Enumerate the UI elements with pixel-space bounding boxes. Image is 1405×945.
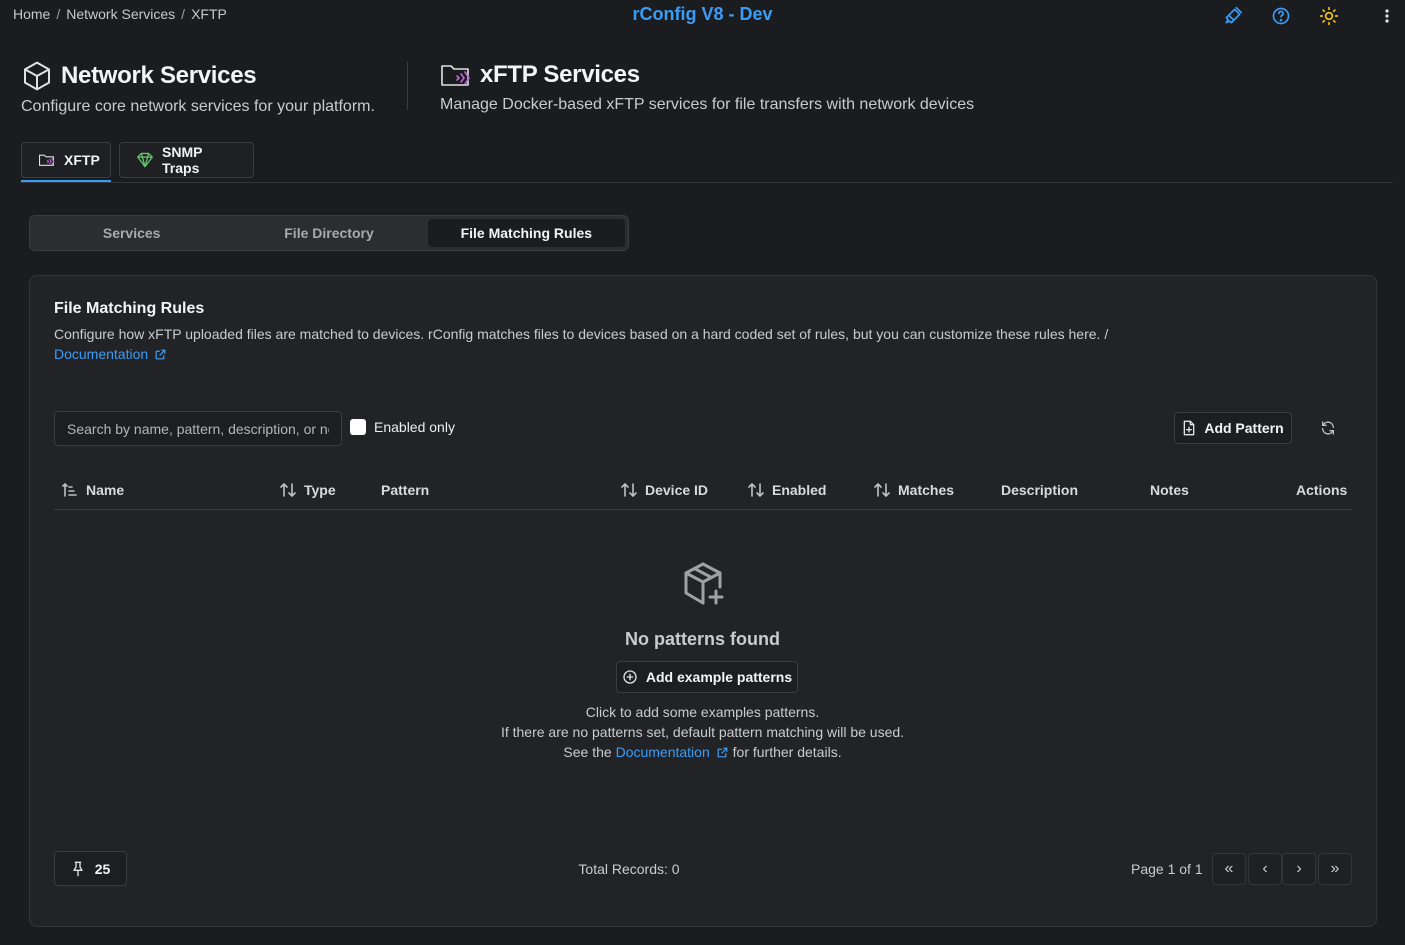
empty-state-line2: If there are no patterns set, default pa… <box>500 724 905 740</box>
documentation-link[interactable]: Documentation <box>54 344 167 364</box>
package-plus-icon <box>679 560 727 608</box>
column-actions: Actions <box>1296 482 1347 498</box>
header-divider <box>407 62 408 110</box>
plus-circle-icon <box>622 669 638 685</box>
tab-xftp-label: XFTP <box>64 152 100 168</box>
sub-tabs: Services File Directory File Matching Ru… <box>29 215 629 251</box>
refresh-icon <box>1320 420 1336 436</box>
cube-icon <box>21 60 53 92</box>
help-circle-icon[interactable] <box>1269 4 1293 28</box>
brush-icon[interactable] <box>1221 4 1245 28</box>
empty-state-line3-suffix: for further details. <box>732 744 842 760</box>
column-pattern-label: Pattern <box>381 482 430 498</box>
column-name-label: Name <box>86 482 125 498</box>
subtab-file-directory[interactable]: File Directory <box>230 219 427 247</box>
enabled-only-checkbox[interactable] <box>350 419 366 435</box>
last-page-button[interactable]: » <box>1318 853 1352 885</box>
tab-snmp-traps[interactable]: SNMP Traps <box>119 142 254 178</box>
add-example-patterns-label: Add example patterns <box>645 669 793 685</box>
card-description-text: Configure how xFTP uploaded files are ma… <box>54 326 1109 342</box>
card-title: File Matching Rules <box>54 300 205 317</box>
column-notes-label: Notes <box>1150 482 1189 498</box>
sort-ascending-icon <box>62 483 78 497</box>
page-indicator: Page 1 of 1 <box>1131 861 1203 877</box>
subtab-file-matching-rules[interactable]: File Matching Rules <box>427 219 625 247</box>
enabled-only-filter: Enabled only <box>350 419 455 435</box>
empty-state-documentation-label: Documentation <box>615 744 710 760</box>
add-example-patterns-button[interactable]: Add example patterns <box>616 661 798 693</box>
add-pattern-button[interactable]: Add Pattern <box>1174 412 1292 444</box>
tab-xftp[interactable]: XFTP <box>21 142 111 178</box>
sort-icon <box>748 483 764 497</box>
more-vertical-icon[interactable] <box>1381 4 1393 28</box>
external-link-icon <box>154 348 167 361</box>
column-matches-label: Matches <box>898 482 955 498</box>
empty-state-line1: Click to add some examples patterns. <box>585 704 820 720</box>
empty-state-documentation-link[interactable]: Documentation <box>616 742 729 762</box>
subtab-services[interactable]: Services <box>33 219 230 247</box>
sort-icon <box>280 483 296 497</box>
next-page-button[interactable]: › <box>1282 853 1316 885</box>
table-header: Name Type Pattern Device ID Enabled Matc… <box>54 472 1352 510</box>
breadcrumb-separator: / <box>181 6 186 22</box>
column-device-id-label: Device ID <box>645 482 709 498</box>
page-title: Network Services <box>61 62 257 89</box>
empty-state-line3: See the Documentation for further detail… <box>0 742 1405 762</box>
folder-signal-icon <box>440 60 472 90</box>
column-notes: Notes <box>1150 482 1189 498</box>
breadcrumb: Home / Network Services / XFTP <box>13 6 227 22</box>
refresh-button[interactable] <box>1312 412 1344 444</box>
column-pattern: Pattern <box>381 482 429 498</box>
column-type-label: Type <box>304 482 336 498</box>
column-actions-label: Actions <box>1296 482 1348 498</box>
card-description: Configure how xFTP uploaded files are ma… <box>54 324 1334 364</box>
column-device-id[interactable]: Device ID <box>621 482 708 498</box>
column-description: Description <box>1001 482 1078 498</box>
external-link-icon <box>716 746 729 759</box>
column-description-label: Description <box>1001 482 1079 498</box>
breadcrumb-xftp: XFTP <box>191 6 227 22</box>
column-enabled-label: Enabled <box>772 482 827 498</box>
xftp-services-header: xFTP Services Manage Docker-based xFTP s… <box>440 60 974 114</box>
folder-signal-icon <box>38 152 56 168</box>
network-services-header: Network Services Configure core network … <box>21 60 375 116</box>
top-toolbar <box>1197 4 1393 28</box>
enabled-only-label: Enabled only <box>374 419 455 435</box>
page-subtitle: Configure core network services for your… <box>21 98 375 115</box>
first-page-button[interactable]: « <box>1212 853 1246 885</box>
breadcrumb-network-services[interactable]: Network Services <box>66 6 175 22</box>
tab-snmp-label: SNMP Traps <box>162 144 203 176</box>
total-records: Total Records: 0 <box>578 861 680 877</box>
empty-state-title: No patterns found <box>625 629 780 649</box>
add-pattern-label: Add Pattern <box>1204 420 1284 436</box>
search-input[interactable] <box>54 411 342 446</box>
tabs-divider <box>20 182 1393 183</box>
file-plus-icon <box>1182 420 1196 436</box>
previous-page-button[interactable]: ‹ <box>1248 853 1282 885</box>
column-type[interactable]: Type <box>280 482 336 498</box>
sort-icon <box>621 483 637 497</box>
sort-icon <box>874 483 890 497</box>
column-matches[interactable]: Matches <box>874 482 954 498</box>
empty-state-line3-prefix: See the <box>563 744 612 760</box>
breadcrumb-home[interactable]: Home <box>13 6 50 22</box>
empty-state-help: Click to add some examples patterns. If … <box>0 702 1405 762</box>
section-title: xFTP Services <box>480 61 640 88</box>
section-subtitle: Manage Docker-based xFTP services for fi… <box>440 96 975 113</box>
column-name[interactable]: Name <box>62 482 124 498</box>
breadcrumb-separator: / <box>56 6 61 22</box>
column-enabled[interactable]: Enabled <box>748 482 826 498</box>
documentation-link-label: Documentation <box>54 346 149 362</box>
sun-icon[interactable] <box>1317 4 1341 28</box>
trap-icon <box>136 152 154 168</box>
